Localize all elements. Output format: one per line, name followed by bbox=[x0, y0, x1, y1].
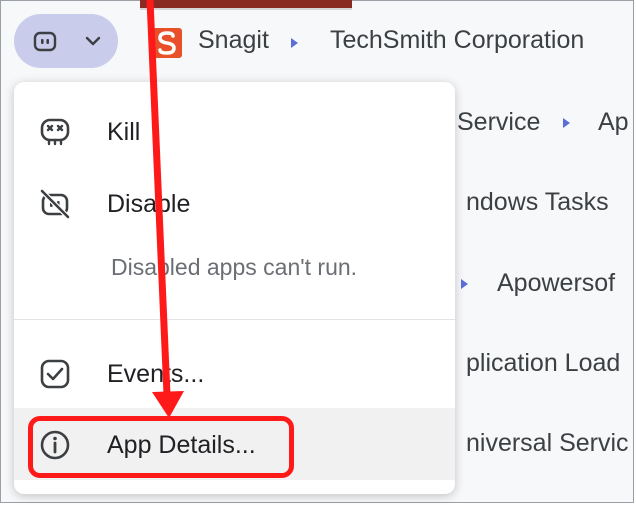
breadcrumb-bar: Snagit TechSmith Corporation bbox=[0, 12, 636, 70]
menu-item-kill[interactable]: Kill bbox=[14, 96, 455, 168]
menu-item-disable[interactable]: Disable bbox=[14, 168, 455, 240]
checkbox-icon bbox=[40, 359, 70, 389]
disable-hint-text: Disabled apps can't run. bbox=[111, 254, 358, 280]
breadcrumb-separator bbox=[291, 38, 298, 48]
menu-divider bbox=[14, 319, 455, 320]
top-ribbon bbox=[140, 0, 352, 10]
bg-row-3-text[interactable]: Apowersof bbox=[497, 269, 615, 298]
chevron-down-icon bbox=[85, 36, 101, 46]
snagit-logo-icon bbox=[152, 28, 182, 58]
bg-row-1-trailing[interactable]: Ap bbox=[598, 108, 629, 137]
skull-icon bbox=[40, 118, 70, 146]
bg-row-3-separator bbox=[461, 279, 468, 289]
bg-row-1-text[interactable]: Service bbox=[457, 108, 540, 137]
bg-row-2-text[interactable]: ndows Tasks bbox=[466, 188, 609, 217]
robot-icon bbox=[33, 31, 57, 52]
menu-item-label: Disable bbox=[107, 190, 191, 218]
bg-row-5-text[interactable]: niversal Servic bbox=[466, 429, 629, 458]
annotation-highlight-box bbox=[28, 416, 294, 478]
app-menu-button[interactable] bbox=[14, 14, 118, 68]
disable-icon bbox=[40, 189, 70, 219]
app-name[interactable]: Snagit bbox=[198, 26, 269, 55]
menu-item-label: Kill bbox=[107, 118, 141, 146]
menu-item-label: Events... bbox=[107, 360, 205, 388]
bg-row-1-separator bbox=[563, 118, 570, 128]
menu-item-events[interactable]: Events... bbox=[14, 338, 455, 410]
publisher-name[interactable]: TechSmith Corporation bbox=[330, 26, 584, 55]
bg-row-4-text[interactable]: plication Load bbox=[466, 349, 620, 378]
